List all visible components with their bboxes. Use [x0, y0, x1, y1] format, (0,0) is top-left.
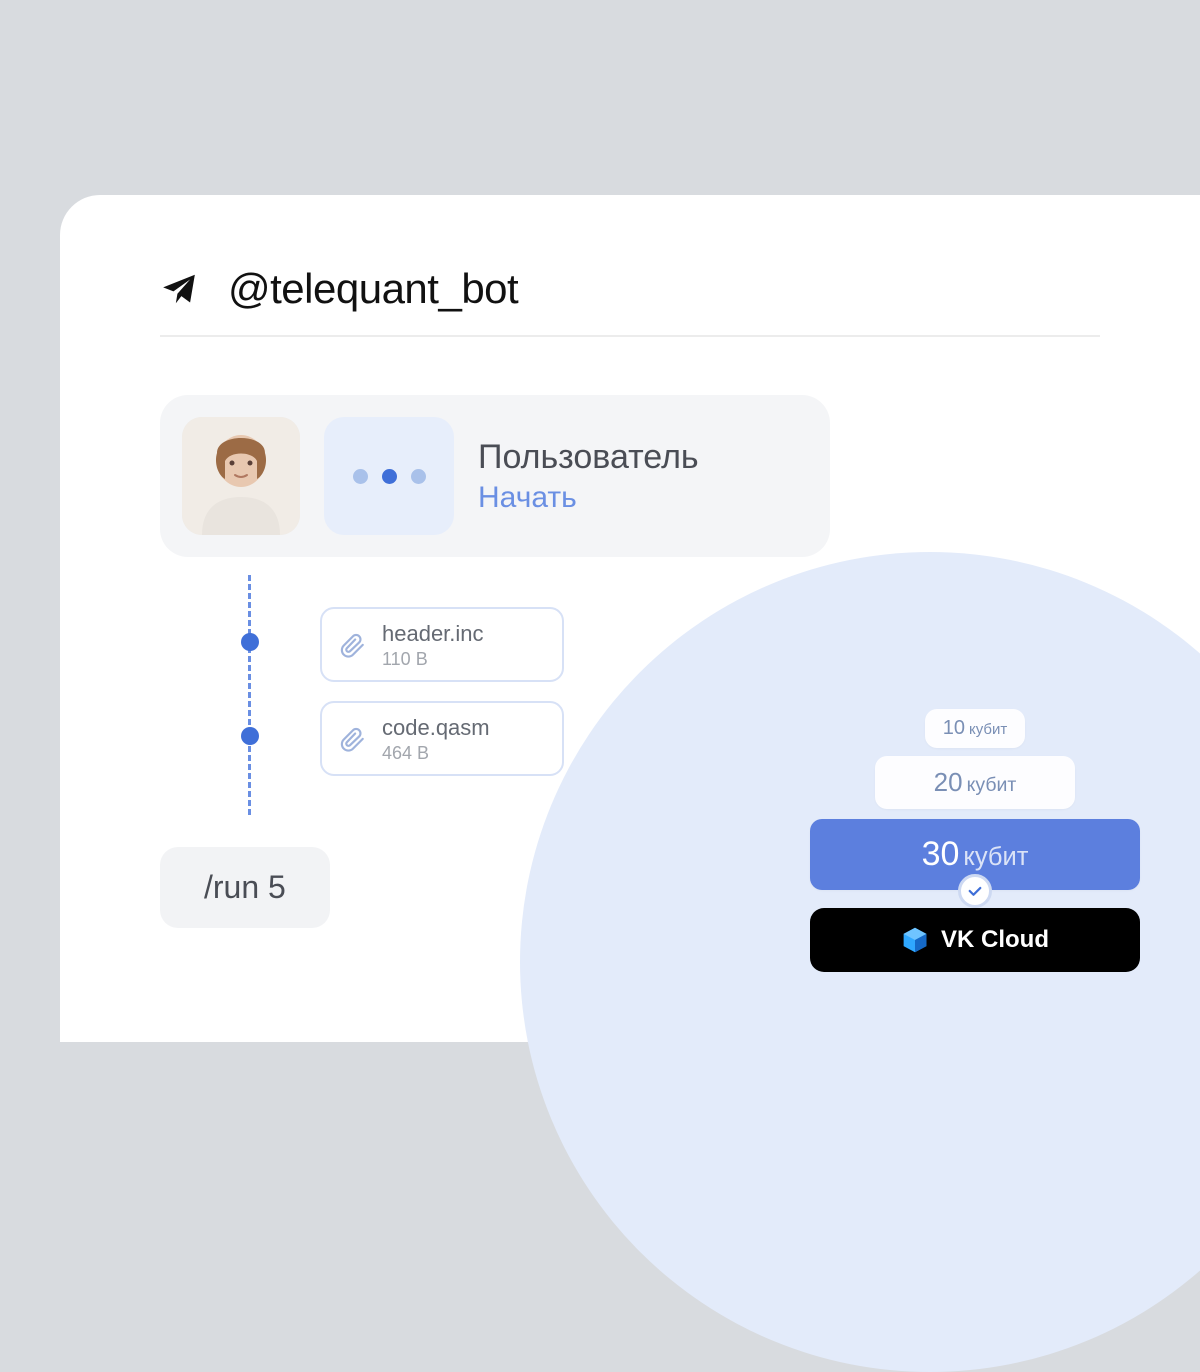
user-message-row: Пользователь Начать — [160, 395, 830, 557]
attachment-size: 110 B — [382, 649, 484, 670]
attachment-filename: header.inc — [382, 621, 484, 647]
chat-header: @telequant_bot — [160, 265, 1100, 337]
check-icon — [958, 874, 992, 908]
user-action-link[interactable]: Начать — [478, 481, 699, 515]
option-20-qubit[interactable]: 20 кубит — [875, 756, 1075, 809]
provider-label: VK Cloud — [941, 926, 1049, 954]
thread-dot — [241, 633, 259, 651]
option-number: 20 — [934, 767, 963, 798]
typing-dot — [353, 469, 368, 484]
attachment-filename: code.qasm — [382, 715, 490, 741]
telegram-icon — [160, 270, 198, 308]
command-chip[interactable]: /run 5 — [160, 847, 330, 928]
user-avatar — [182, 417, 300, 535]
typing-dot — [382, 469, 397, 484]
option-unit: кубит — [969, 721, 1007, 738]
option-30-qubit-selected[interactable]: 30 кубит — [810, 819, 1140, 890]
user-text: Пользователь Начать — [478, 438, 699, 515]
option-unit: кубит — [963, 843, 1028, 872]
option-number: 30 — [922, 835, 960, 874]
attachment-item[interactable]: header.inc 110 B — [320, 607, 564, 682]
vk-cube-icon — [901, 926, 929, 954]
thread-line — [248, 575, 251, 815]
qubit-options: 10 кубит 20 кубит 30 кубит VK Cloud — [810, 709, 1140, 972]
paperclip-icon — [340, 727, 366, 753]
user-name: Пользователь — [478, 438, 699, 477]
thread-dot — [241, 727, 259, 745]
attachment-item[interactable]: code.qasm 464 B — [320, 701, 564, 776]
provider-vk-cloud[interactable]: VK Cloud — [810, 908, 1140, 972]
typing-dot — [411, 469, 426, 484]
typing-indicator — [324, 417, 454, 535]
option-number: 10 — [943, 717, 965, 740]
paperclip-icon — [340, 633, 366, 659]
option-unit: кубит — [967, 774, 1017, 797]
bot-handle: @telequant_bot — [228, 265, 518, 313]
option-10-qubit[interactable]: 10 кубит — [925, 709, 1025, 748]
attachment-size: 464 B — [382, 743, 490, 764]
